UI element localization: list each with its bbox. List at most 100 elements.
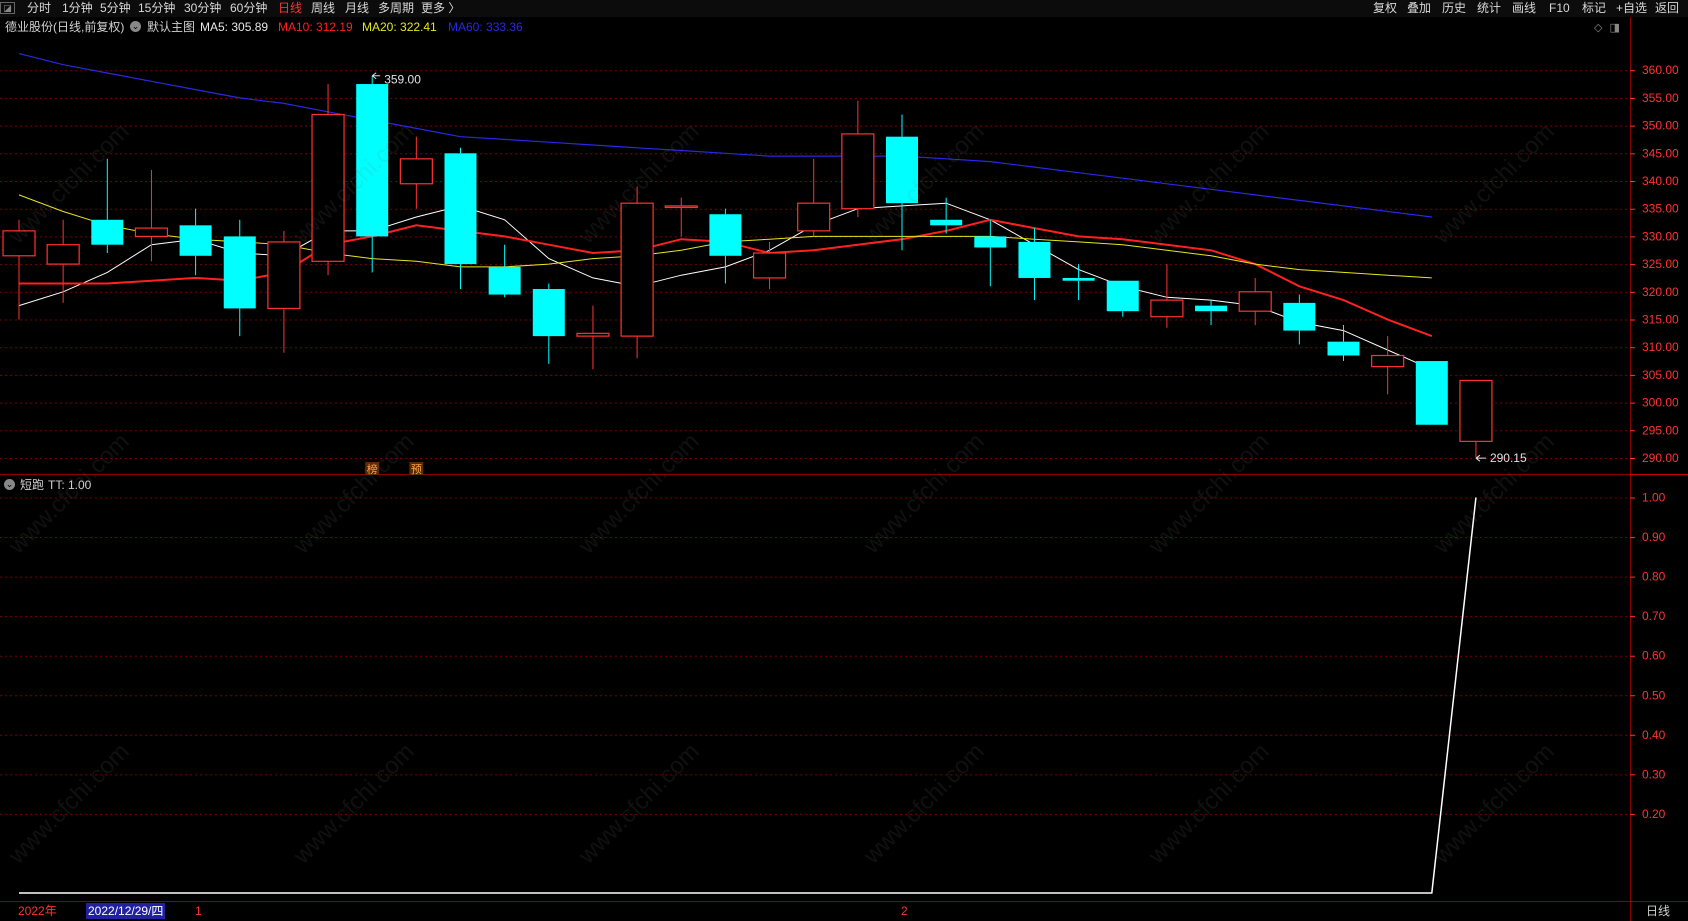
price-tick-label: 325.00 <box>1642 257 1679 271</box>
tab-1min[interactable]: 1分钟 <box>62 1 93 16</box>
indicator-tick-label: 0.90 <box>1642 530 1666 544</box>
draw-line-button[interactable]: 画线 <box>1512 1 1536 16</box>
tab-5min[interactable]: 5分钟 <box>100 1 131 16</box>
candle <box>1415 361 1448 425</box>
candle-body-down <box>1283 302 1316 331</box>
price-tick-label: 290.00 <box>1642 451 1679 465</box>
candle <box>797 158 831 237</box>
indicator-axis: 0.20 0.30 0.40 0.50 0.60 0.70 0.80 0.90 1.00 <box>1630 491 1666 821</box>
candle-body-down <box>223 236 256 309</box>
price-tick-label: 300.00 <box>1642 396 1679 410</box>
tab-30min[interactable]: 30分钟 <box>184 1 221 16</box>
candle <box>356 75 389 273</box>
candle <box>444 147 477 290</box>
history-button[interactable]: 历史 <box>1442 1 1466 16</box>
indicator-name[interactable]: 短跑 <box>20 477 44 493</box>
price-tick-label: 305.00 <box>1642 368 1679 382</box>
tt-indicator-line <box>19 497 1477 894</box>
candle <box>91 158 124 254</box>
candle-body-down <box>444 153 477 265</box>
ma5-value: MA5: 305.89 <box>200 20 269 34</box>
back-button[interactable]: 返回 <box>1655 1 1679 16</box>
candle <box>886 114 918 251</box>
candle <box>620 186 654 359</box>
grid-lines <box>0 70 1630 815</box>
candle-body-down <box>1018 241 1051 278</box>
candle-body-up <box>267 241 301 310</box>
price-tick-label: 320.00 <box>1642 285 1679 299</box>
max-price-arrow <box>371 72 381 80</box>
candle-body-down <box>1327 341 1360 356</box>
tab-multi-period[interactable]: 多周期 <box>378 1 414 16</box>
month-label-1: 1 <box>195 904 202 918</box>
indicator-tick-label: 0.60 <box>1642 649 1666 663</box>
candle-body-up <box>664 205 698 209</box>
indicator-tick-label: 0.20 <box>1642 807 1666 821</box>
candle <box>1150 264 1184 328</box>
indicator-tick-label: 0.70 <box>1642 609 1666 623</box>
candle <box>1459 379 1493 458</box>
main-template-label[interactable]: 默认主图 <box>147 19 195 35</box>
candle-body-up <box>399 158 433 185</box>
candle-body-up <box>1371 354 1405 368</box>
indicator-dropdown-icon[interactable]: ⌄ <box>4 479 15 490</box>
month-label-2: 2 <box>901 904 908 918</box>
overlay-button[interactable]: 叠加 <box>1407 1 1431 16</box>
indicator-tick-label: 0.50 <box>1642 688 1666 702</box>
price-annotations: 榜 预 359.00 290.15 <box>365 72 1527 476</box>
panel-toggle-icon[interactable]: ◨ <box>1610 22 1620 34</box>
tab-more[interactable]: 更多 〉 <box>421 1 460 16</box>
mark-button[interactable]: 标记 <box>1582 1 1606 16</box>
diamond-icon[interactable]: ◇ <box>1594 22 1602 34</box>
indicator-tick-label: 0.80 <box>1642 570 1666 584</box>
candle <box>752 241 787 290</box>
price-tick-label: 295.00 <box>1642 423 1679 437</box>
candle-body-down <box>91 219 124 245</box>
candle-body-up <box>620 202 654 337</box>
date-axis-bar: 2022年 2022/12/29/四 1 2 日线 <box>0 902 1688 921</box>
candle-body-down <box>886 136 918 204</box>
candle <box>2 219 36 320</box>
tab-weekly[interactable]: 周线 <box>311 1 335 16</box>
candle <box>664 197 698 237</box>
indicator-tick-label: 0.30 <box>1642 767 1666 781</box>
collapse-corner-icon[interactable]: ◪ <box>0 2 15 14</box>
tab-60min[interactable]: 60分钟 <box>230 1 267 16</box>
candle <box>311 84 345 276</box>
tab-daily[interactable]: 日线 <box>278 1 302 16</box>
add-watchlist-button[interactable]: +自选 <box>1616 1 1647 16</box>
indicator-value: TT: 1.00 <box>48 478 92 492</box>
tab-monthly[interactable]: 月线 <box>345 1 369 16</box>
price-tick-label: 330.00 <box>1642 229 1679 243</box>
candle <box>46 219 80 303</box>
tab-fenshi[interactable]: 分时 <box>27 1 51 16</box>
candle <box>1283 294 1316 345</box>
min-price-label: 290.15 <box>1490 451 1527 465</box>
adjust-button[interactable]: 复权 <box>1373 1 1397 16</box>
candle-body-down <box>974 236 1007 248</box>
price-tick-label: 350.00 <box>1642 119 1679 133</box>
price-tick-label: 310.00 <box>1642 340 1679 354</box>
candle <box>267 230 301 353</box>
candle-body-down <box>1106 280 1139 312</box>
kline-chart[interactable]: 290.00 295.00 300.00 305.00 310.00 315.00 320.… <box>0 0 1688 921</box>
min-price-arrow <box>1475 454 1486 462</box>
candle <box>841 100 875 218</box>
candle-body-down <box>356 84 389 237</box>
candle-body-down <box>488 266 521 295</box>
max-price-label: 359.00 <box>384 73 421 87</box>
ma60-value: MA60: 333.36 <box>448 20 523 34</box>
period-label[interactable]: 日线 <box>1646 903 1670 919</box>
price-tick-label: 360.00 <box>1642 63 1679 77</box>
candle-body-up <box>46 244 80 265</box>
dropdown-circle-icon[interactable]: ⌄ <box>130 21 141 32</box>
candle <box>488 244 521 298</box>
candle <box>532 283 565 364</box>
candle <box>709 208 742 284</box>
f10-button[interactable]: F10 <box>1549 1 1570 16</box>
cursor-date-label: 2022/12/29/四 <box>86 903 166 919</box>
statistics-button[interactable]: 统计 <box>1477 1 1501 16</box>
candle <box>1062 264 1095 301</box>
year-label: 2022年 <box>18 904 57 918</box>
tab-15min[interactable]: 15分钟 <box>138 1 175 16</box>
